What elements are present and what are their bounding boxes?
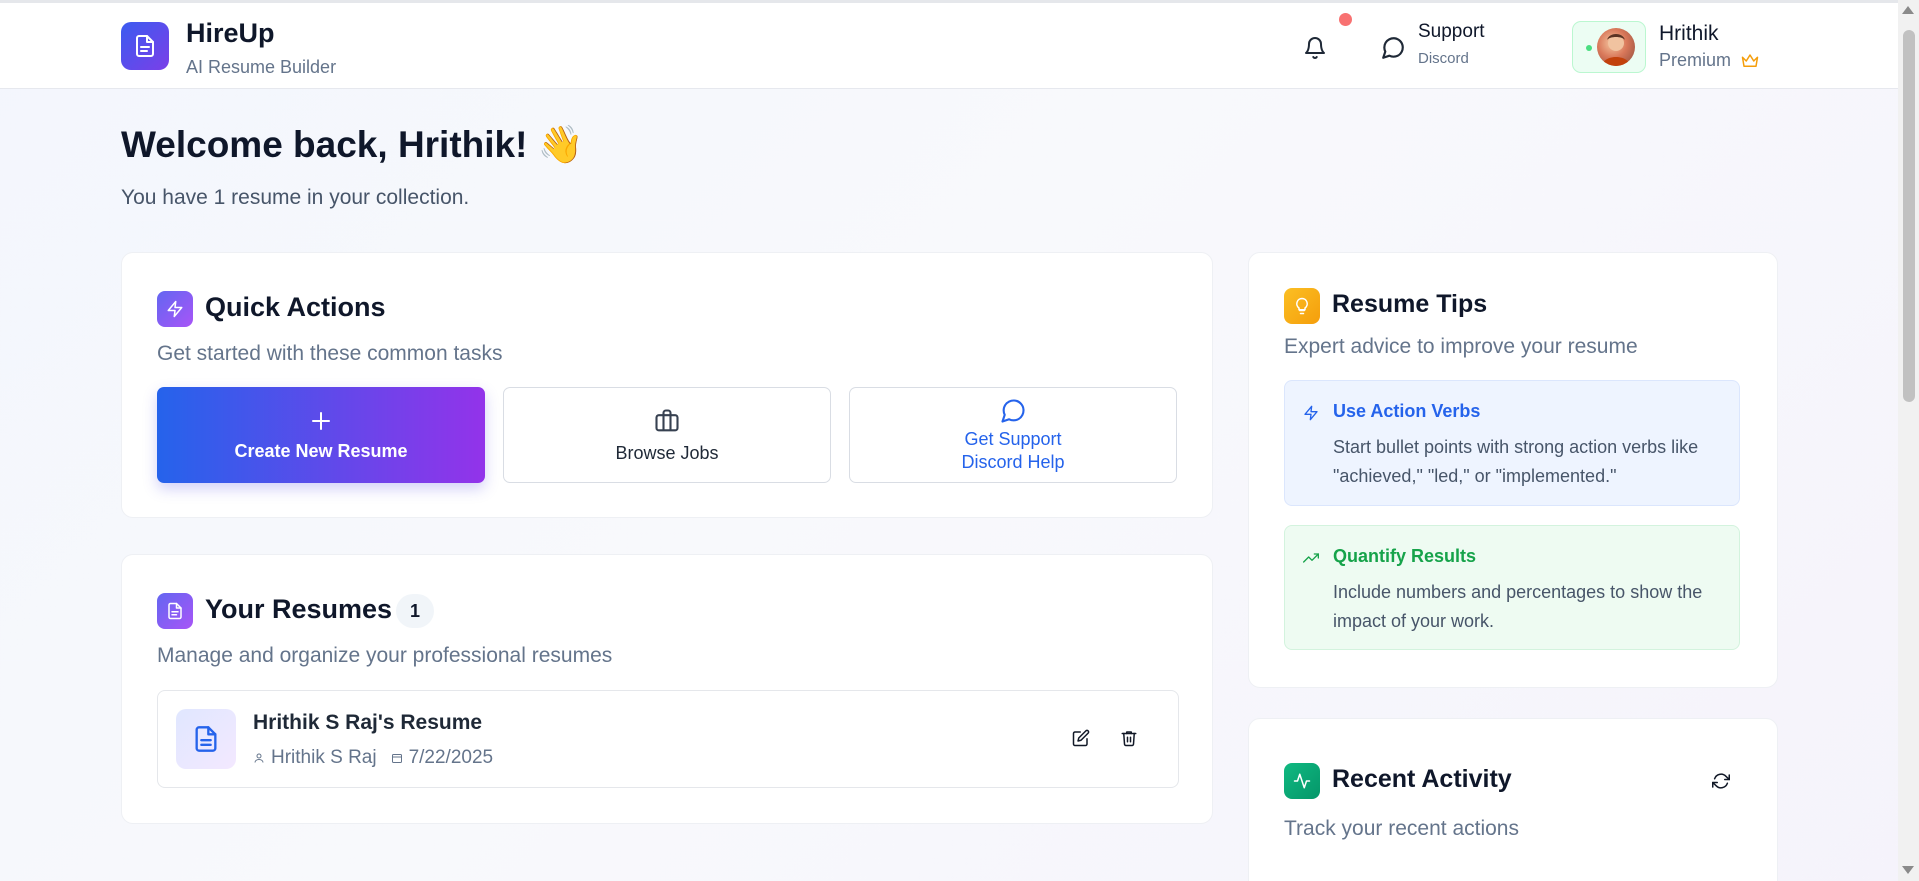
resumes-card: Your Resumes 1 Manage and organize your … [121, 554, 1213, 824]
trash-icon [1121, 731, 1137, 747]
tip-title: Use Action Verbs [1333, 401, 1481, 421]
user-name: Hrithik [1659, 22, 1719, 45]
lightning-icon [157, 291, 193, 327]
user-icon [254, 753, 264, 763]
document-icon [157, 593, 193, 629]
resume-meta: Hrithik S Raj 7/22/2025 [253, 747, 493, 769]
refresh-button[interactable] [1709, 769, 1733, 793]
tip-body: Start bullet points with strong action v… [1333, 437, 1699, 486]
app-header: HireUp AI Resume Builder Support Discord… [0, 3, 1898, 89]
document-icon [136, 35, 154, 57]
user-plan: Premium [1659, 50, 1732, 70]
recent-activity-card: Recent Activity Track your recent action… [1248, 718, 1778, 881]
create-resume-button[interactable]: Create New Resume [157, 387, 485, 483]
resume-tips-title: Resume Tips [1332, 290, 1488, 318]
browse-jobs-button[interactable]: Browse Jobs [503, 387, 831, 483]
online-status-dot [1586, 45, 1592, 51]
tip-title: Quantify Results [1333, 546, 1477, 566]
avatar [1597, 28, 1635, 66]
resume-list-item[interactable]: Hrithik S Raj's Resume Hrithik S Raj 7/2… [157, 690, 1179, 788]
refresh-icon [1712, 773, 1730, 789]
avatar-photo [1602, 34, 1630, 66]
support-subtitle: Discord [1418, 50, 1469, 67]
page-scrollbar[interactable] [1898, 0, 1919, 881]
resume-tips-subtitle: Expert advice to improve your resume [1284, 335, 1638, 358]
tip-action-verbs: Use Action Verbs Start bullet points wit… [1284, 380, 1740, 506]
get-support-button[interactable]: Get Support Discord Help [849, 387, 1177, 483]
delete-resume-button[interactable] [1116, 725, 1142, 751]
recent-activity-subtitle: Track your recent actions [1284, 817, 1519, 840]
file-text-icon [195, 726, 217, 752]
tip-quantify-results: Quantify Results Include numbers and per… [1284, 525, 1740, 650]
resume-thumbnail [176, 709, 236, 769]
tip-body: Include numbers and percentages to show … [1333, 582, 1703, 631]
chat-bubble-icon[interactable] [1380, 35, 1406, 61]
crown-icon [1741, 54, 1759, 67]
recent-activity-title: Recent Activity [1332, 765, 1512, 793]
page-subtitle: You have 1 resume in your collection. [121, 186, 470, 209]
quick-actions-card: Quick Actions Get started with these com… [121, 252, 1213, 518]
resume-date: 7/22/2025 [408, 747, 494, 768]
scroll-up-arrow[interactable] [1902, 6, 1914, 14]
quick-actions-title: Quick Actions [205, 292, 386, 322]
notifications-button[interactable] [1301, 33, 1329, 63]
support-link[interactable]: Support [1418, 21, 1485, 43]
resume-owner: Hrithik S Raj [271, 747, 377, 768]
lightbulb-icon [1284, 288, 1320, 324]
chat-bubble-icon [1001, 399, 1025, 423]
create-resume-label: Create New Resume [234, 440, 408, 461]
browse-jobs-label: Browse Jobs [615, 442, 719, 463]
get-support-label: Get Support [964, 429, 1062, 449]
resumes-subtitle: Manage and organize your professional re… [157, 644, 613, 667]
brand-title: HireUp [186, 18, 275, 48]
resume-title[interactable]: Hrithik S Raj's Resume [253, 711, 482, 735]
page-title: Welcome back, Hrithik! 👋 [121, 124, 584, 165]
briefcase-icon [655, 408, 679, 431]
scroll-thumb[interactable] [1903, 30, 1915, 402]
quick-actions-subtitle: Get started with these common tasks [157, 342, 503, 365]
notification-indicator [1339, 13, 1352, 26]
bell-icon [1305, 37, 1325, 59]
activity-icon [1284, 763, 1320, 799]
resume-tips-card: Resume Tips Expert advice to improve you… [1248, 252, 1778, 688]
resumes-title: Your Resumes [205, 594, 393, 624]
edit-icon [1072, 729, 1090, 747]
edit-resume-button[interactable] [1068, 725, 1094, 751]
user-avatar-button[interactable] [1572, 21, 1646, 73]
calendar-icon [391, 754, 402, 763]
discord-help-label: Discord Help [961, 452, 1065, 472]
plus-icon [312, 411, 330, 430]
scroll-down-arrow[interactable] [1902, 866, 1914, 874]
resume-count-badge: 1 [396, 594, 434, 628]
brand-subtitle: AI Resume Builder [186, 57, 337, 77]
logo[interactable] [121, 22, 169, 70]
trending-up-icon [1303, 553, 1319, 563]
lightning-icon [1304, 405, 1318, 421]
